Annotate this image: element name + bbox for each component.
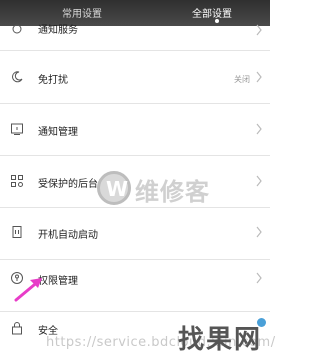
settings-row-label: 开机自动启动 bbox=[38, 230, 98, 241]
lock-icon bbox=[12, 322, 22, 335]
settings-row-autostart[interactable]: 开机自动启动 bbox=[0, 208, 270, 258]
settings-row-label: 免打扰 bbox=[38, 75, 68, 86]
settings-row-notification-management[interactable]: 通知管理 bbox=[0, 104, 270, 154]
watermark-circle: W bbox=[97, 171, 131, 205]
chevron-right-icon bbox=[256, 24, 262, 36]
chevron-right-icon bbox=[256, 272, 262, 284]
location-icon bbox=[12, 24, 22, 34]
tab-common-settings[interactable]: 常用设置 bbox=[62, 5, 102, 20]
settings-row-label: 通知服务 bbox=[38, 25, 78, 36]
watermark-site-name: 维修客 bbox=[135, 178, 210, 206]
tab-all-settings[interactable]: 全部设置 bbox=[192, 5, 232, 20]
do-not-disturb-status: 关闭 bbox=[234, 75, 250, 84]
chevron-right-icon bbox=[256, 123, 262, 135]
watermark-letter: W bbox=[106, 177, 129, 201]
apps-icon bbox=[11, 175, 23, 187]
active-tab-indicator bbox=[215, 19, 219, 23]
chevron-right-icon bbox=[256, 175, 262, 187]
notification-icon bbox=[11, 123, 23, 135]
chevron-right-icon bbox=[256, 226, 262, 238]
autostart-icon bbox=[12, 226, 22, 238]
watermark-logo: W 维修客 bbox=[97, 170, 247, 206]
watermark-brand: 找果网 bbox=[178, 325, 263, 355]
watermark-brand-dot bbox=[257, 318, 266, 327]
chevron-right-icon bbox=[256, 71, 262, 83]
moon-icon bbox=[12, 71, 23, 83]
settings-row-location[interactable]: 通知服务 bbox=[0, 24, 270, 46]
settings-row-label: 通知管理 bbox=[38, 127, 78, 138]
annotation-arrow-icon bbox=[14, 278, 42, 302]
settings-row-do-not-disturb[interactable]: 免打扰 关闭 bbox=[0, 51, 270, 102]
